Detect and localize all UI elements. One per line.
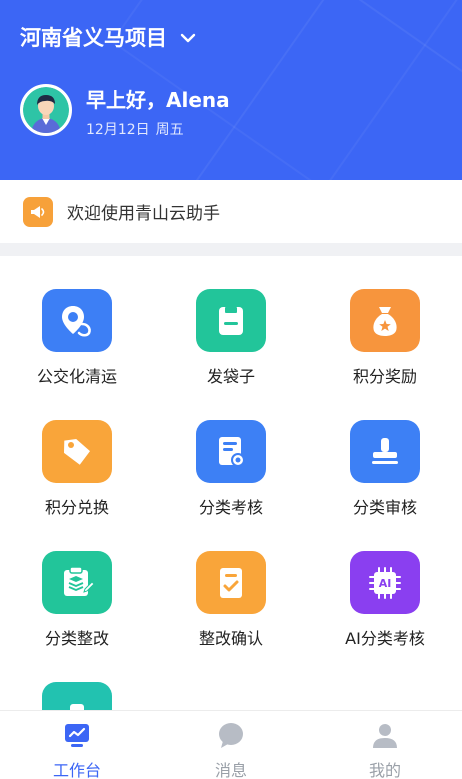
money-bag-icon bbox=[350, 289, 420, 352]
tab-label: 我的 bbox=[368, 761, 401, 779]
section-divider bbox=[0, 243, 462, 256]
grid-item-label: 积分奖励 bbox=[352, 367, 417, 386]
grid-item-label: 分类审核 bbox=[352, 498, 417, 517]
avatar[interactable] bbox=[20, 84, 72, 136]
tag-icon bbox=[42, 420, 112, 483]
bottom-tab-bar: 工作台 消息 我的 bbox=[0, 710, 462, 779]
bag-icon bbox=[196, 289, 266, 352]
stamp-icon bbox=[350, 420, 420, 483]
project-selector[interactable]: 河南省义马项目 bbox=[20, 22, 197, 52]
grid-item-points-exchange[interactable]: 积分兑换 bbox=[0, 387, 154, 518]
checklist-icon bbox=[196, 551, 266, 614]
tab-workbench[interactable]: 工作台 bbox=[0, 711, 154, 779]
ai-chip-icon: AI bbox=[350, 551, 420, 614]
user-icon bbox=[370, 720, 400, 750]
grid-item-label: 积分兑换 bbox=[44, 498, 109, 517]
weekday-text: 周五 bbox=[155, 122, 184, 138]
function-grid: 公交化清运 发袋子 积分奖励 积分兑换 分类考核 分类审核 分类整改 整改确认 … bbox=[0, 256, 462, 710]
grid-item-rectify-confirm[interactable]: 整改确认 bbox=[154, 518, 308, 649]
chevron-down-icon bbox=[179, 28, 197, 46]
clipboard-edit-icon bbox=[42, 551, 112, 614]
tab-label: 消息 bbox=[214, 761, 247, 779]
greeting-text: 早上好，Alena bbox=[86, 88, 230, 112]
partial-tile-icon bbox=[42, 682, 112, 710]
certificate-icon bbox=[196, 420, 266, 483]
grid-item-classification-rectify[interactable]: 分类整改 bbox=[0, 518, 154, 649]
grid-item-label: 分类考核 bbox=[198, 498, 263, 517]
tab-label: 工作台 bbox=[52, 761, 101, 779]
grid-item-points-reward[interactable]: 积分奖励 bbox=[308, 256, 462, 387]
notice-text: 欢迎使用青山云助手 bbox=[67, 204, 220, 224]
grid-item-label: 整改确认 bbox=[198, 629, 263, 648]
grid-item-label: AI分类考核 bbox=[345, 629, 425, 648]
grid-item-ai-assessment[interactable]: AI AI分类考核 bbox=[308, 518, 462, 649]
grid-item-label: 发袋子 bbox=[206, 367, 255, 386]
workbench-icon bbox=[62, 720, 92, 750]
svg-text:AI: AI bbox=[379, 577, 392, 590]
date-line: 12月12日 周五 bbox=[86, 119, 184, 139]
grid-item-label: 分类整改 bbox=[44, 629, 109, 648]
location-pin-icon bbox=[42, 289, 112, 352]
grid-item-classification-review[interactable]: 分类审核 bbox=[308, 387, 462, 518]
grid-item-partial[interactable] bbox=[0, 649, 154, 710]
tab-mine[interactable]: 我的 bbox=[308, 711, 462, 779]
notice-bar[interactable]: 欢迎使用青山云助手 bbox=[0, 180, 462, 243]
header: 河南省义马项目 早上好，Alena 12月12日 周五 bbox=[0, 0, 462, 180]
grid-item-distribute-bags[interactable]: 发袋子 bbox=[154, 256, 308, 387]
date-text: 12月12日 bbox=[86, 122, 150, 138]
grid-item-classification-assessment[interactable]: 分类考核 bbox=[154, 387, 308, 518]
grid-item-label: 公交化清运 bbox=[36, 367, 117, 386]
project-name: 河南省义马项目 bbox=[20, 26, 167, 50]
megaphone-icon bbox=[23, 196, 53, 227]
message-icon bbox=[216, 720, 246, 750]
grid-item-bus-collection[interactable]: 公交化清运 bbox=[0, 256, 154, 387]
tab-messages[interactable]: 消息 bbox=[154, 711, 308, 779]
app-screen: 河南省义马项目 早上好，Alena 12月12日 周五 欢迎使用青山云助手 公交… bbox=[0, 0, 462, 779]
